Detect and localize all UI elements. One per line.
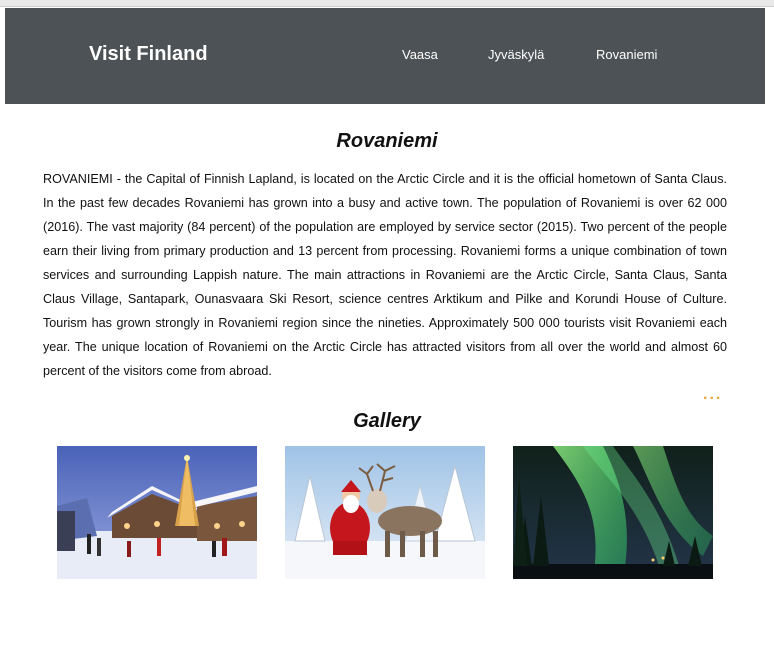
site-navbar: Visit Finland Vaasa Jyväskylä Rovaniemi bbox=[5, 8, 765, 104]
gallery-image-northern-lights[interactable] bbox=[513, 446, 713, 579]
northern-lights-photo bbox=[513, 446, 713, 579]
santa-claus-village-winter-photo bbox=[57, 446, 257, 579]
gallery-title: Gallery bbox=[353, 410, 421, 432]
browser-top-edge bbox=[0, 0, 774, 7]
read-more-ellipsis[interactable]: ... bbox=[703, 386, 722, 404]
article-text: ROVANIEMI - the Capital of Finnish Lapla… bbox=[43, 172, 727, 378]
site-brand[interactable]: Visit Finland bbox=[89, 43, 208, 66]
gallery-image-santa-village[interactable] bbox=[57, 446, 257, 579]
gallery-image-santa-reindeer[interactable] bbox=[285, 446, 485, 579]
page-title: Rovaniemi bbox=[336, 130, 438, 152]
santa-with-reindeer-photo bbox=[285, 446, 485, 579]
nav-link-jyvaskyla[interactable]: Jyväskylä bbox=[488, 47, 544, 62]
nav-link-rovaniemi[interactable]: Rovaniemi bbox=[596, 47, 657, 62]
nav-link-vaasa[interactable]: Vaasa bbox=[402, 47, 438, 62]
